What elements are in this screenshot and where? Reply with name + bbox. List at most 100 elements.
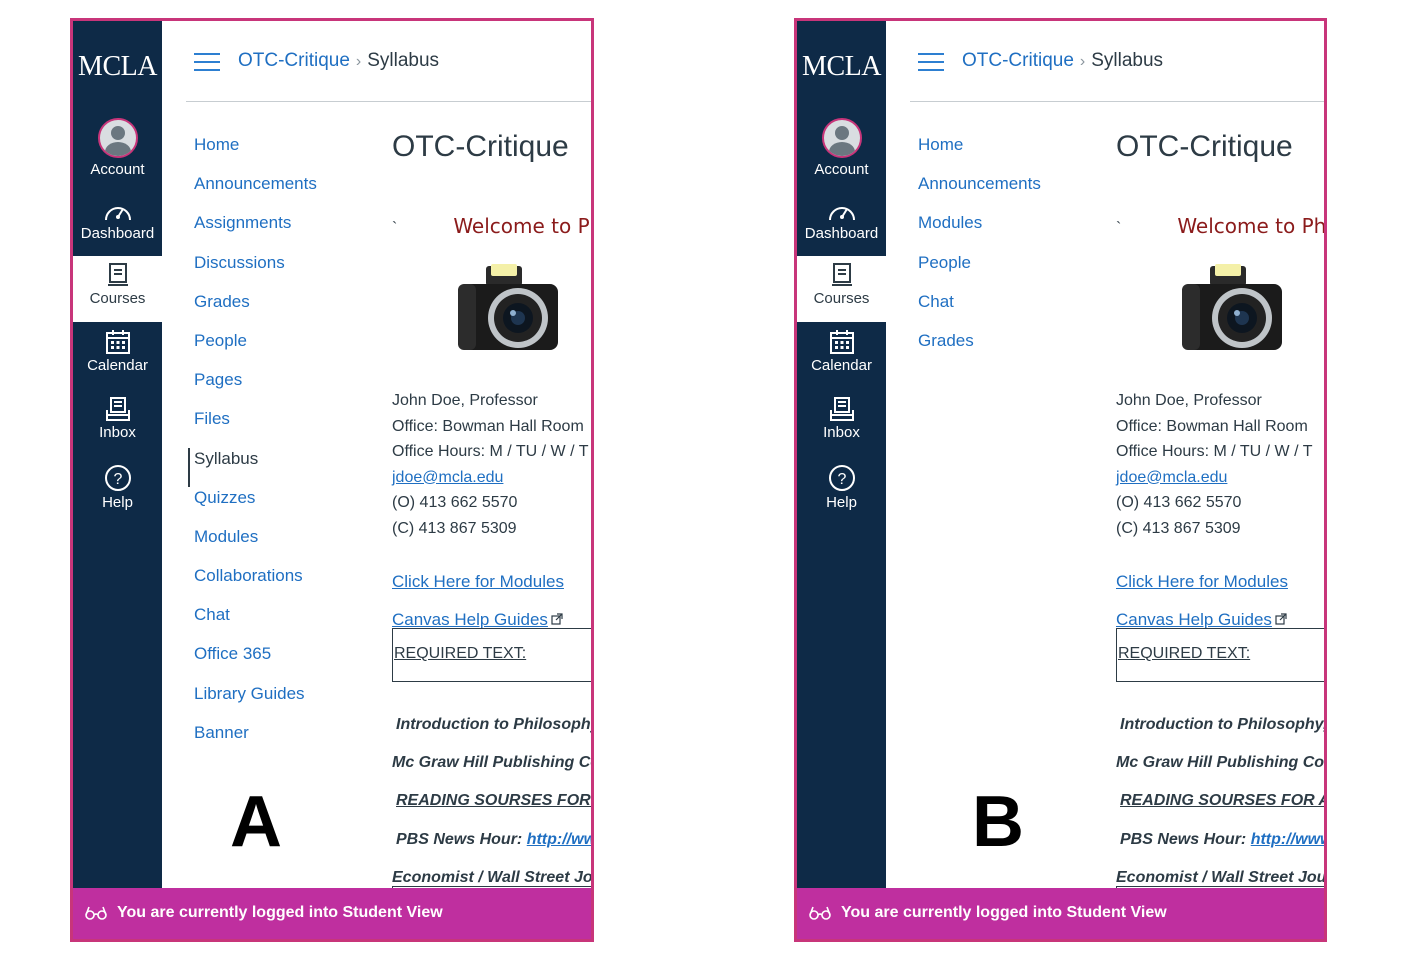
external-link-icon: [1275, 613, 1287, 625]
inbox-icon: [105, 397, 130, 421]
course-nav-quizzes[interactable]: Quizzes: [194, 487, 374, 526]
course-nav-modules[interactable]: Modules: [194, 526, 374, 565]
pbs-link[interactable]: http://www.: [1251, 831, 1324, 848]
welcome-line: ` Welcome to Ph: [1116, 214, 1324, 239]
global-nav-label: Courses: [813, 290, 870, 307]
pbs-line: PBS News Hour: http://www.: [1120, 831, 1324, 849]
global-nav-account[interactable]: Account: [73, 118, 162, 178]
canvas-help-link[interactable]: Canvas Help Guides: [392, 610, 563, 630]
syllabus-content: OTC-Critique ` Welcome to Ph John Doe, Pr…: [392, 126, 594, 906]
canvas-help-link[interactable]: Canvas Help Guides: [1116, 610, 1287, 630]
course-nav-people[interactable]: People: [194, 330, 374, 369]
course-nav-grades[interactable]: Grades: [918, 330, 1098, 369]
course-nav-files[interactable]: Files: [194, 408, 374, 447]
student-view-banner: You are currently logged into Student Vi…: [797, 888, 1324, 939]
cell-phone: (C) 413 867 5309: [1116, 519, 1241, 537]
student-view-text: You are currently logged into Student Vi…: [841, 904, 1167, 921]
mcla-logo[interactable]: MCLA: [797, 51, 886, 83]
camera-image: [458, 264, 558, 350]
global-nav-label: Inbox: [99, 424, 136, 441]
panel-a: MCLA Account Dashboard Courses Calendar …: [70, 18, 594, 942]
global-nav-help[interactable]: ? Help: [73, 464, 162, 511]
modules-link[interactable]: Click Here for Modules: [392, 572, 564, 592]
course-nav-home[interactable]: Home: [918, 134, 1098, 173]
course-nav-office-365[interactable]: Office 365: [194, 643, 374, 682]
page-title: OTC-Critique: [392, 130, 569, 163]
publisher: Mc Graw Hill Publishing Com: [392, 754, 594, 771]
course-nav-grades[interactable]: Grades: [194, 291, 374, 330]
required-text-box: REQUIRED TEXT:: [392, 628, 591, 682]
global-nav-inbox[interactable]: Inbox: [797, 396, 886, 441]
camera-image: [1182, 264, 1282, 350]
syllabus-content: OTC-Critique ` Welcome to Ph John Doe, Pr…: [1116, 126, 1327, 906]
student-view-banner: You are currently logged into Student Vi…: [73, 888, 591, 939]
global-nav-calendar[interactable]: Calendar: [797, 329, 886, 374]
course-nav-pages[interactable]: Pages: [194, 369, 374, 408]
chevron-right-icon: ›: [355, 53, 362, 70]
course-nav-home[interactable]: Home: [194, 134, 374, 173]
professor-info: John Doe, Professor Office: Bowman Hall …: [392, 388, 588, 541]
global-nav-calendar[interactable]: Calendar: [73, 329, 162, 374]
global-nav-label: Courses: [89, 290, 146, 307]
glasses-icon: [809, 906, 831, 920]
pbs-label: PBS News Hour:: [396, 831, 523, 848]
calendar-icon: [105, 330, 130, 354]
mcla-logo[interactable]: MCLA: [73, 51, 162, 83]
pbs-link[interactable]: http://www.: [527, 831, 591, 848]
course-nav-modules[interactable]: Modules: [918, 212, 1098, 251]
email-link[interactable]: jdoe@mcla.edu: [392, 469, 503, 486]
course-nav-assignments[interactable]: Assignments: [194, 212, 374, 251]
account-avatar-icon: [821, 118, 862, 158]
global-nav-courses[interactable]: Courses: [73, 256, 162, 322]
cell-phone: (C) 413 867 5309: [392, 519, 517, 537]
course-nav-discussions[interactable]: Discussions: [194, 252, 374, 291]
course-nav-syllabus[interactable]: Syllabus: [188, 447, 374, 487]
canvas-help-label: Canvas Help Guides: [392, 610, 548, 629]
panel-letter-a: A: [230, 782, 282, 862]
course-nav-announcements[interactable]: Announcements: [918, 173, 1098, 212]
global-nav-inbox[interactable]: Inbox: [73, 396, 162, 441]
course-nav-people[interactable]: People: [918, 252, 1098, 291]
global-nav-account[interactable]: Account: [797, 118, 886, 178]
breadcrumb-current: Syllabus: [367, 50, 440, 71]
panel-letter-b: B: [972, 782, 1024, 862]
professor-name: John Doe, Professor: [392, 392, 538, 409]
top-bar: OTC-Critique › Syllabus: [186, 45, 591, 102]
economist-line: Economist / Wall Street Journ: [1116, 869, 1327, 886]
course-nav-collaborations[interactable]: Collaborations: [194, 565, 374, 604]
office-phone: (O) 413 662 5570: [1116, 494, 1242, 511]
office-location: Office: Bowman Hall Room: [1116, 417, 1308, 435]
panel-b: MCLA Account Dashboard Courses Calendar …: [794, 18, 1327, 942]
required-text-heading: REQUIRED TEXT:: [1118, 645, 1251, 662]
stray-tick: `: [1116, 220, 1122, 237]
office-hours: Office Hours: M / TU / W / T: [1116, 443, 1313, 460]
global-nav-help[interactable]: ? Help: [797, 464, 886, 511]
global-nav-label: Dashboard: [80, 225, 155, 242]
global-nav-dashboard[interactable]: Dashboard: [797, 201, 886, 242]
welcome-text: Welcome to Ph: [453, 214, 594, 238]
required-text-heading: REQUIRED TEXT:: [394, 645, 527, 662]
course-nav-library-guides[interactable]: Library Guides: [194, 683, 374, 722]
calendar-icon: [829, 330, 854, 354]
course-nav-chat[interactable]: Chat: [918, 291, 1098, 330]
course-nav-chat[interactable]: Chat: [194, 604, 374, 643]
global-nav-label: Account: [814, 161, 869, 178]
inbox-icon: [829, 397, 854, 421]
course-nav-announcements[interactable]: Announcements: [194, 173, 374, 212]
global-nav-courses[interactable]: Courses: [797, 256, 886, 322]
global-nav-label: Account: [90, 161, 145, 178]
course-nav-banner[interactable]: Banner: [194, 722, 374, 761]
publisher: Mc Graw Hill Publishing Com: [1116, 754, 1327, 771]
hamburger-menu-icon[interactable]: [918, 53, 944, 77]
professor-info: John Doe, Professor Office: Bowman Hall …: [1116, 388, 1312, 541]
global-nav-label: Help: [826, 494, 857, 511]
hamburger-menu-icon[interactable]: [194, 53, 220, 77]
breadcrumb-course-link[interactable]: OTC-Critique: [238, 50, 350, 71]
global-nav-dashboard[interactable]: Dashboard: [73, 201, 162, 242]
speedometer-icon: [104, 207, 131, 221]
email-link[interactable]: jdoe@mcla.edu: [1116, 469, 1227, 486]
global-nav-label: Calendar: [87, 357, 148, 374]
modules-link[interactable]: Click Here for Modules: [1116, 572, 1288, 592]
reading-sources-heading: READING SOURSES FOR AR: [1120, 792, 1327, 809]
breadcrumb-course-link[interactable]: OTC-Critique: [962, 50, 1074, 71]
